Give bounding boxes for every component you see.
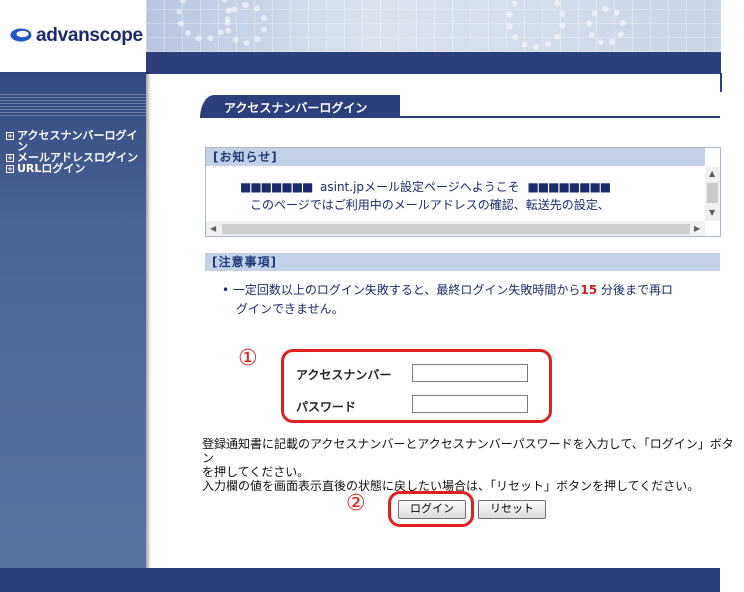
plus-box-icon: + bbox=[6, 132, 14, 140]
sidebar-item-label: URLログイン bbox=[17, 162, 86, 175]
plus-box-icon: + bbox=[6, 165, 14, 173]
plus-box-icon: + bbox=[6, 154, 14, 162]
sidebar-item-label: アクセスナンバーログイン bbox=[17, 129, 138, 153]
notice-line-1: ■■■■■■■ asint.jpメール設定ページへようこそ ■■■■■■■■ bbox=[240, 180, 611, 194]
notice-line-2: このページではご利用中のメールアドレスの確認、転送先の設定、 bbox=[250, 198, 610, 212]
annotation-number-2: ② bbox=[346, 491, 366, 516]
password-input[interactable] bbox=[412, 395, 528, 413]
password-label: パスワード bbox=[296, 400, 357, 414]
logo-text: advanscope bbox=[36, 25, 143, 46]
lockout-minutes: 15 bbox=[580, 283, 598, 297]
footer-bar bbox=[0, 568, 720, 592]
caution-heading: [注意事項] bbox=[205, 253, 720, 271]
notice-content: ■■■■■■■ asint.jpメール設定ページへようこそ ■■■■■■■■ こ… bbox=[240, 178, 700, 214]
scroll-up-icon[interactable]: ▲ bbox=[709, 170, 715, 178]
login-button[interactable]: ログイン bbox=[398, 500, 466, 519]
notice-heading: [お知らせ] bbox=[206, 148, 705, 166]
notice-horizontal-scrollbar[interactable]: ◀ ▶ bbox=[206, 221, 705, 236]
sidebar-item-url-login[interactable]: + URLログイン bbox=[6, 163, 144, 174]
caution-text: • 一定回数以上のログイン失敗すると、最終ログイン失敗時間から15 分後まで再ロ… bbox=[222, 283, 673, 316]
scroll-down-icon[interactable]: ▼ bbox=[709, 209, 715, 217]
page-title: アクセスナンバーログイン bbox=[224, 101, 368, 115]
scroll-right-icon[interactable]: ▶ bbox=[694, 225, 700, 233]
sidebar-nav: + アクセスナンバーログイン + メールアドレスログイン + URLログイン bbox=[6, 130, 144, 174]
logo-mark-icon bbox=[10, 28, 32, 42]
notice-vertical-scrollbar[interactable]: ▲ ▼ bbox=[705, 167, 720, 221]
header-band bbox=[146, 52, 721, 73]
header-banner bbox=[146, 0, 721, 52]
scroll-left-icon[interactable]: ◀ bbox=[210, 225, 216, 233]
logo: advanscope bbox=[0, 0, 146, 72]
page-title-bar: アクセスナンバーログイン bbox=[200, 95, 720, 118]
reset-button[interactable]: リセット bbox=[478, 500, 546, 519]
help-text: 登録通知書に記載のアクセスナンバーとアクセスナンバーパスワードを入力して、「ログ… bbox=[202, 437, 734, 493]
notice-box[interactable]: [お知らせ] ■■■■■■■ asint.jpメール設定ページへようこそ ■■■… bbox=[205, 147, 721, 237]
page: advanscope + アクセスナンバーログイン + メールアドレスログイン … bbox=[0, 0, 744, 592]
access-number-input[interactable] bbox=[412, 364, 528, 382]
access-number-label: アクセスナンバー bbox=[296, 368, 392, 382]
annotation-number-1: ① bbox=[238, 346, 258, 371]
sidebar-item-access-number-login[interactable]: + アクセスナンバーログイン bbox=[6, 130, 144, 152]
